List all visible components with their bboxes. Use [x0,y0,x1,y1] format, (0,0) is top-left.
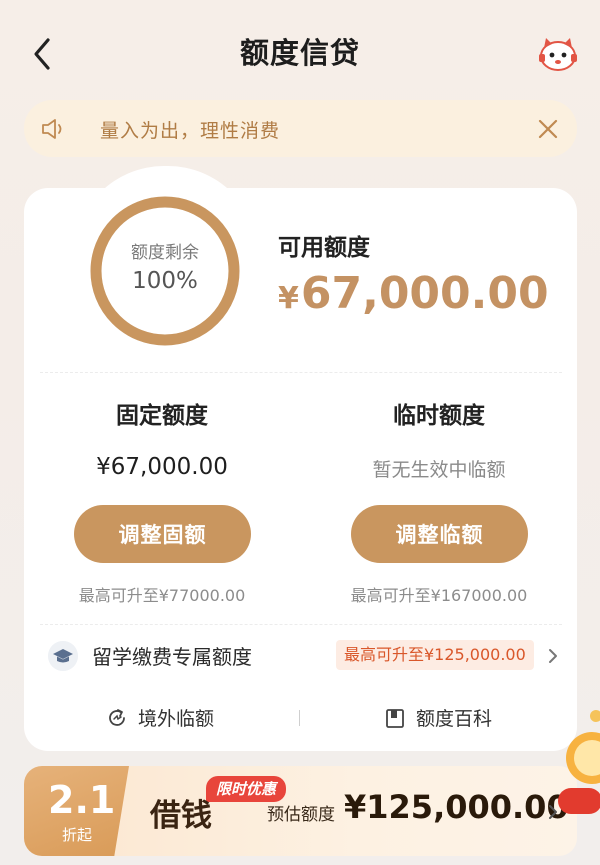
loan-promo-banner[interactable]: 2.1 折起 限时优惠 借钱 预估额度 ¥125,000.00 [24,766,577,856]
divider [40,372,562,373]
study-abroad-label: 留学缴费专属额度 [92,645,252,669]
currency-symbol: ¥ [278,281,299,316]
globe-refresh-icon [109,708,125,726]
temporary-empty-text: 暂无生效中临额 [372,459,506,481]
divider [40,624,562,625]
top-bar: 额度信贷 [0,0,600,104]
link-separator [299,710,300,726]
fixed-max-text: 最高可升至¥77000.00 [78,586,246,605]
promo-rate-suffix: 折起 [62,826,93,844]
estimate-value: ¥125,000.00 [344,788,569,826]
available-label: 可用额度 [278,235,370,261]
estimate-label: 预估额度 [267,805,335,825]
study-abroad-row[interactable]: 留学缴费专属额度 最高可升至¥125,000.00 [24,630,577,682]
temporary-max-text: 最高可升至¥167000.00 [350,586,528,605]
overseas-temp-label: 境外临额 [138,708,215,730]
graduation-cap-icon [48,641,78,671]
promo-title: 借钱 [150,798,212,834]
ring-label: 额度剩余 [131,243,199,263]
bottom-links: 境外临额 额度百科 [24,690,577,746]
floating-gift-icon[interactable] [556,706,600,816]
notice-text: 量入为出，理性消费 [100,120,281,142]
adjust-fixed-button[interactable]: 调整固额 [74,505,251,563]
overseas-temp-link[interactable]: 境外临额 [106,704,214,731]
available-value: 67,000.00 [300,268,549,319]
credit-wiki-link[interactable]: 额度百科 [384,704,492,731]
mascot-icon[interactable] [536,34,580,74]
fixed-amount: ¥67,000.00 [96,454,228,480]
limited-offer-badge: 限时优惠 [206,776,287,802]
book-icon [386,708,404,728]
page-title: 额度信贷 [239,36,360,70]
credit-wiki-label: 额度百科 [416,708,493,730]
speaker-icon [42,119,62,139]
close-icon[interactable] [537,118,559,140]
study-abroad-tag: 最高可升至¥125,000.00 [336,640,534,670]
temporary-title: 临时额度 [393,403,485,429]
chevron-right-icon [549,649,557,663]
promo-rate: 2.1 [48,778,116,822]
ring-value: 100% [132,268,198,294]
adjust-temporary-button[interactable]: 调整临额 [351,505,528,563]
notice-bar: 量入为出，理性消费 [24,100,577,157]
fixed-title: 固定额度 [116,403,208,429]
available-amount: ¥67,000.00 [278,268,549,319]
